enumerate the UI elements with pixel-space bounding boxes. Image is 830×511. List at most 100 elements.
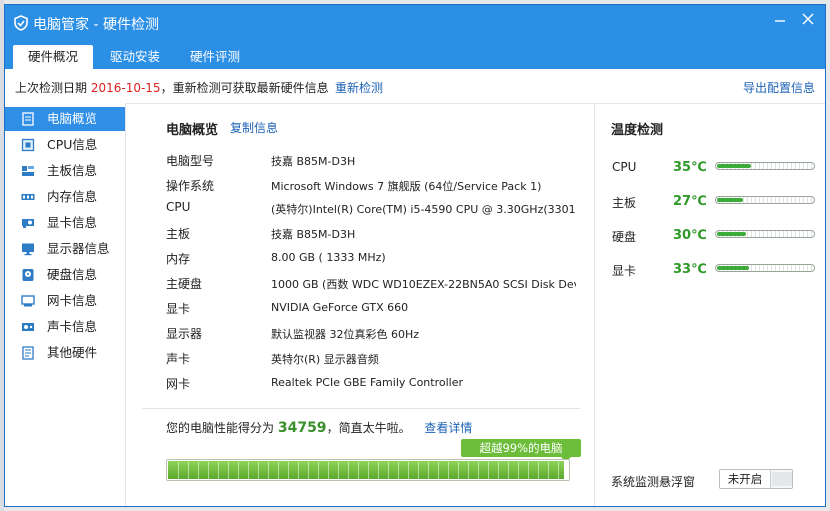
progress-segment-divider: [358, 462, 359, 480]
temp-value-motherboard: 27℃: [673, 194, 707, 209]
row-value-cpu: (英特尔)Intel(R) Core(TM) i5-4590 CPU @ 3.3…: [271, 203, 576, 216]
view-details-link[interactable]: 查看详情: [424, 421, 472, 435]
sidebar-item-overview[interactable]: 电脑概览: [5, 107, 125, 131]
progress-segment-divider: [178, 462, 179, 480]
hard-disk-icon: [22, 269, 34, 281]
progress-segment-divider: [508, 462, 509, 480]
progress-segment-divider: [228, 462, 229, 480]
progress-segment-divider: [538, 462, 539, 480]
progress-segment-divider: [498, 462, 499, 480]
sidebar-item-label: 声卡信息: [47, 319, 98, 334]
performance-score: 34759: [277, 420, 327, 436]
progress-segment-divider: [378, 462, 379, 480]
network-card-icon: [21, 295, 35, 307]
graphics-card-icon: [22, 219, 34, 228]
progress-segment-divider: [428, 462, 429, 480]
float-window-label: 系统监测悬浮窗: [611, 475, 696, 489]
temp-fill-graphics: [717, 266, 749, 270]
sidebar-item-network[interactable]: 网卡信息: [5, 289, 125, 313]
progress-segment-divider: [238, 462, 239, 480]
minimize-icon[interactable]: [773, 13, 787, 27]
progress-segment-divider: [248, 462, 249, 480]
row-label-graphics: 显卡: [166, 302, 191, 316]
sidebar-item-label: 其他硬件: [47, 345, 98, 360]
row-value-graphics: NVIDIA GeForce GTX 660: [271, 301, 409, 314]
progress-segment-divider: [218, 462, 219, 480]
export-config-link[interactable]: 导出配置信息: [743, 79, 815, 96]
progress-segment-divider: [438, 462, 439, 480]
progress-segment-divider: [288, 462, 289, 480]
sidebar-item-sound[interactable]: 声卡信息: [5, 315, 125, 339]
overview-panel: 电脑概览 复制信息 电脑型号 技嘉 B85M-D3H 操作系统 Microsof…: [126, 103, 594, 506]
row-value-memory: 8.00 GB ( 1333 MHz): [271, 251, 386, 264]
sidebar-item-motherboard[interactable]: 主板信息: [5, 159, 125, 183]
progress-segment-divider: [408, 462, 409, 480]
sidebar-item-label: 显卡信息: [47, 215, 98, 230]
row-label-memory: 内存: [166, 252, 191, 266]
sidebar-item-monitor[interactable]: 显示器信息: [5, 237, 125, 261]
temp-bar-motherboard: [715, 196, 815, 204]
temp-value-graphics: 33℃: [673, 262, 707, 277]
temp-label-graphics: 显卡: [612, 264, 637, 278]
hardware-detection-window: 电脑管家 - 硬件检测 硬件概况 驱动安装 硬件评测 上次检测日期 2016-1…: [4, 4, 826, 507]
temperature-panel: 温度检测 CPU 35℃ 主板 27℃ 硬盘 30℃ 显卡 33℃ 系统监测悬浮…: [594, 103, 825, 506]
last-check-text: 上次检测日期 2016-10-15，重新检测可获取最新硬件信息: [15, 79, 329, 96]
row-label-motherboard: 主板: [166, 227, 191, 241]
progress-segment-divider: [548, 462, 549, 480]
progress-segment-divider: [468, 462, 469, 480]
last-check-suffix: ，重新检测可获取最新硬件信息: [160, 81, 329, 95]
title-bar[interactable]: 电脑管家 - 硬件检测: [5, 5, 825, 41]
performance-score-line: 您的电脑性能得分为 34759，简直太牛啦。 查看详情: [166, 419, 472, 436]
sound-card-icon: [22, 323, 34, 331]
row-label-network: 网卡: [166, 377, 191, 391]
temperature-title: 温度检测: [611, 123, 664, 138]
sidebar-item-memory[interactable]: 内存信息: [5, 185, 125, 209]
row-label-os: 操作系统: [166, 179, 215, 193]
section-divider: [142, 408, 580, 409]
progress-segment-divider: [488, 462, 489, 480]
sidebar: 电脑概览 CPU信息 主板信息 内存信息 显卡信息 显示器信息 硬盘信息 网卡信…: [5, 103, 126, 506]
sidebar-item-label: 内存信息: [47, 189, 98, 204]
other-hardware-icon: [22, 346, 34, 360]
percentile-badge: 超越99%的电脑: [461, 439, 581, 462]
progress-segment-divider: [308, 462, 309, 480]
temp-label-cpu: CPU: [612, 160, 637, 174]
sidebar-item-cpu[interactable]: CPU信息: [5, 133, 125, 157]
temp-fill-cpu: [717, 164, 751, 168]
sidebar-item-harddisk[interactable]: 硬盘信息: [5, 263, 125, 287]
document-icon: [22, 112, 34, 126]
progress-segment-divider: [298, 462, 299, 480]
temp-bar-cpu: [715, 162, 815, 170]
shield-logo-icon: [14, 15, 28, 31]
recheck-link[interactable]: 重新检测: [335, 79, 383, 96]
motherboard-icon: [22, 166, 34, 176]
copy-info-link[interactable]: 复制信息: [230, 119, 278, 136]
close-icon[interactable]: [801, 12, 815, 26]
tab-hardware-overview[interactable]: 硬件概况: [13, 45, 93, 69]
row-label-cpu: CPU: [166, 200, 191, 214]
overview-title: 电脑概览: [166, 123, 219, 138]
monitor-icon: [22, 243, 34, 256]
sidebar-item-label: 主板信息: [47, 163, 98, 178]
progress-segment-divider: [278, 462, 279, 480]
tab-driver-install[interactable]: 驱动安装: [95, 45, 175, 69]
tab-hardware-benchmark[interactable]: 硬件评测: [175, 45, 255, 69]
window-title: 电脑管家 - 硬件检测: [33, 17, 159, 33]
last-check-date: 2016-10-15: [90, 81, 161, 95]
float-window-toggle[interactable]: 未开启: [719, 469, 793, 489]
row-label-model: 电脑型号: [166, 154, 215, 168]
row-value-motherboard: 技嘉 B85M-D3H: [271, 228, 356, 241]
temp-value-cpu: 35℃: [673, 160, 707, 175]
progress-segment-divider: [528, 462, 529, 480]
sidebar-item-other[interactable]: 其他硬件: [5, 341, 125, 365]
performance-progress-bar: [166, 459, 570, 481]
temp-label-motherboard: 主板: [612, 196, 637, 210]
row-label-sound: 声卡: [166, 352, 191, 366]
sidebar-item-graphics[interactable]: 显卡信息: [5, 211, 125, 235]
row-label-harddisk: 主硬盘: [166, 277, 203, 291]
row-value-model: 技嘉 B85M-D3H: [271, 155, 356, 168]
memory-icon: [21, 194, 35, 200]
toggle-state-label: 未开启: [720, 470, 771, 488]
progress-segment-divider: [478, 462, 479, 480]
row-value-os: Microsoft Windows 7 旗舰版 (64位/Service Pac…: [271, 180, 542, 193]
